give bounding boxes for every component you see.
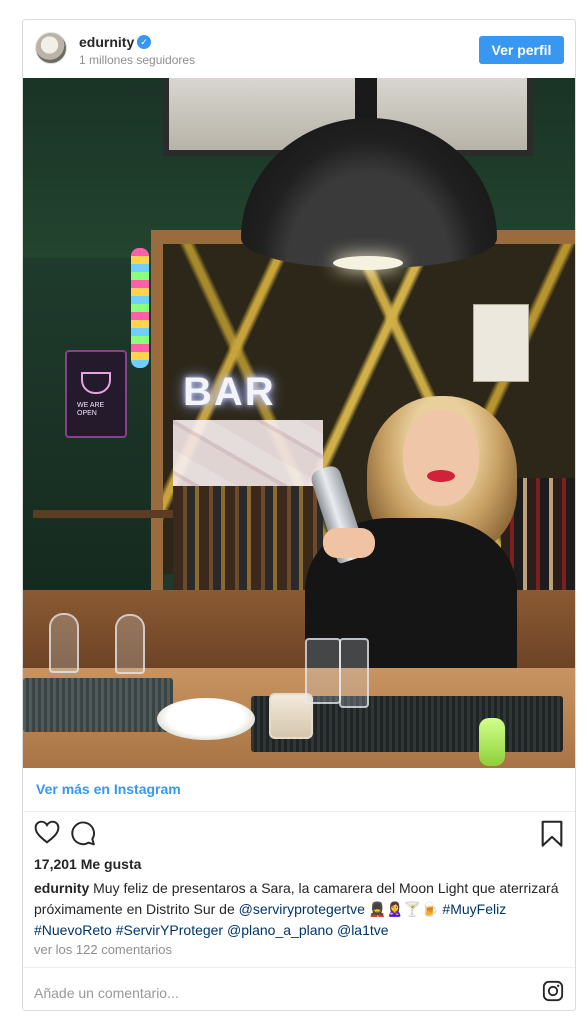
- mention-link[interactable]: @la1tve: [337, 922, 389, 938]
- martini-glass: [49, 613, 79, 673]
- mixing-glass: [339, 638, 369, 708]
- mixing-glass: [305, 638, 341, 704]
- neon-cocktail-sign: WE ARE OPEN: [65, 350, 127, 438]
- heart-icon[interactable]: [34, 820, 60, 844]
- green-bottle: [479, 718, 505, 766]
- neon-sign-text: WE ARE OPEN: [77, 402, 105, 417]
- instagram-icon[interactable]: [542, 980, 564, 1002]
- mention-link[interactable]: @serviryprotegertve: [239, 901, 365, 917]
- verified-icon: ✓: [137, 35, 151, 49]
- instagram-embed-card: edurnity ✓ 1 millones seguidores Ver per…: [22, 19, 576, 1011]
- comment-input[interactable]: [34, 982, 514, 1004]
- follower-count: 1 millones seguidores: [79, 53, 196, 67]
- hashtag-link[interactable]: #MuyFeliz: [442, 901, 506, 917]
- post-photo[interactable]: WE ARE OPEN BAR: [23, 78, 575, 768]
- caption-emojis: 💂‍♀️🙎‍♀️🍸🍺: [364, 901, 443, 917]
- martini-glass: [115, 614, 145, 674]
- liquor-bottles: [173, 486, 323, 606]
- divider: [23, 811, 575, 812]
- neon-bar-sign: BAR: [183, 370, 276, 414]
- view-more-link[interactable]: Ver más en Instagram: [36, 781, 181, 797]
- wall-poster: [473, 304, 529, 382]
- flower-garland: [131, 248, 149, 368]
- white-plate: [157, 698, 255, 740]
- comment-icon[interactable]: [70, 820, 96, 846]
- username[interactable]: edurnity: [79, 34, 134, 50]
- view-profile-button[interactable]: Ver perfil: [479, 36, 564, 64]
- hashtag-link[interactable]: #ServirYProteger: [116, 922, 223, 938]
- hashtag-link[interactable]: #NuevoReto: [34, 922, 112, 938]
- caption: edurnity Muy feliz de presentaros a Sara…: [34, 878, 564, 941]
- bookmark-icon[interactable]: [540, 820, 564, 848]
- divider: [23, 967, 575, 968]
- post-header: edurnity ✓ 1 millones seguidores Ver per…: [23, 20, 575, 78]
- caption-username[interactable]: edurnity: [34, 880, 89, 896]
- bar-mat: [23, 678, 173, 732]
- view-comments-link[interactable]: ver los 122 comentarios: [34, 942, 172, 957]
- like-count[interactable]: 17,201 Me gusta: [34, 856, 141, 872]
- avatar[interactable]: [35, 32, 67, 64]
- mention-link[interactable]: @plano_a_plano: [227, 922, 333, 938]
